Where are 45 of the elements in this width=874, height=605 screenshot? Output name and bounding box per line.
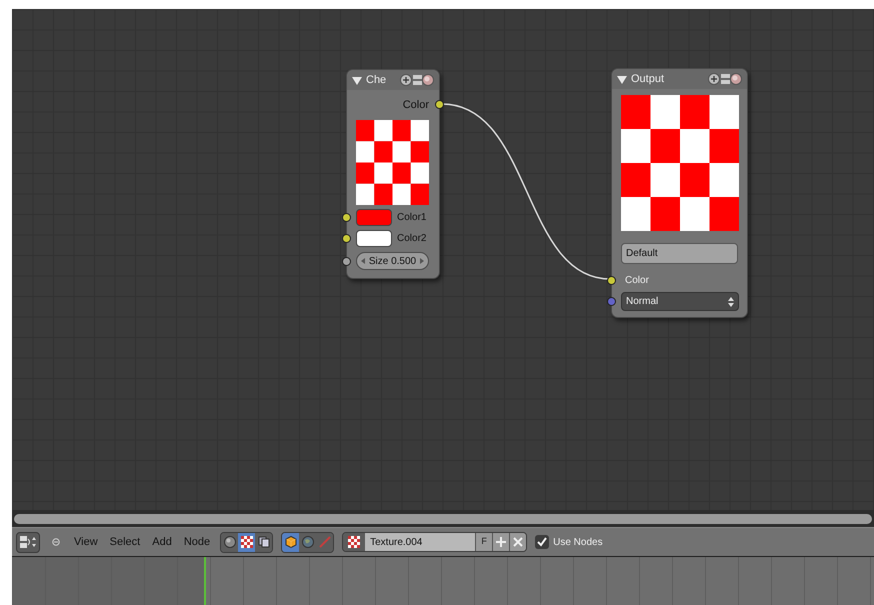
socket-label: Color <box>624 274 649 288</box>
checker-icon <box>240 536 253 548</box>
menu-item[interactable]: Select <box>108 534 142 550</box>
up-down-arrows-icon <box>728 296 734 306</box>
increment-arrow-icon[interactable] <box>420 258 424 264</box>
socket-label: Color2 <box>397 232 426 246</box>
input-socket[interactable] <box>342 213 351 222</box>
menu-item[interactable]: Add <box>150 534 174 550</box>
color-swatch[interactable] <box>356 230 392 247</box>
decrement-arrow-icon[interactable] <box>361 258 365 264</box>
cube-icon <box>284 536 297 548</box>
current-frame-line <box>204 557 206 605</box>
input-socket[interactable] <box>607 297 616 306</box>
menu-item[interactable]: Node <box>182 534 212 550</box>
size-field[interactable]: Size 0.500 <box>356 252 429 270</box>
scrollbar[interactable] <box>14 514 872 524</box>
editor-type-selector[interactable] <box>16 532 40 552</box>
use-nodes-checkbox[interactable] <box>535 535 550 549</box>
checkbox-label: Use Nodes <box>553 536 603 550</box>
collapse-toggle[interactable] <box>352 75 362 85</box>
input-socket[interactable] <box>342 234 351 243</box>
name-field[interactable]: Default <box>621 243 738 264</box>
image-stack-icon <box>258 536 270 548</box>
output-socket[interactable] <box>435 100 444 109</box>
node-options-icon[interactable] <box>708 72 742 86</box>
sphere-icon <box>224 536 236 548</box>
editor-type-button[interactable] <box>282 532 300 552</box>
collapse-toggle[interactable] <box>617 74 627 84</box>
editor-type-button[interactable] <box>255 532 272 552</box>
editor-type-button[interactable] <box>238 532 256 552</box>
input-socket[interactable] <box>342 257 351 266</box>
globe-icon <box>302 536 314 548</box>
node-title: Che <box>366 72 388 88</box>
normal-dropdown[interactable]: Normal <box>621 292 739 311</box>
brush-stroke-icon <box>318 536 331 548</box>
socket-label: Color1 <box>397 211 426 225</box>
input-socket[interactable] <box>607 276 616 285</box>
node-options-icon[interactable] <box>400 73 434 87</box>
color-swatch[interactable] <box>356 209 392 226</box>
socket-label: Color <box>402 98 430 113</box>
editor-type-button[interactable] <box>221 532 238 552</box>
collapse-menu-icon[interactable] <box>52 538 60 546</box>
node-title: Output <box>631 72 666 87</box>
node-canvas[interactable]: Che Color Color1 Color2 Size 0.500 Output Default Color Normal <box>12 9 874 510</box>
menu-item[interactable]: View <box>72 534 100 550</box>
